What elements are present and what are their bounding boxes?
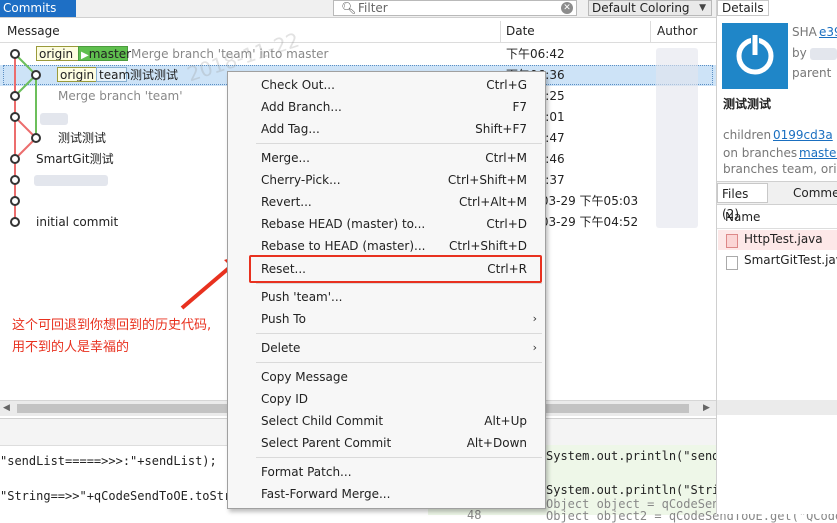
- menu-item-push-to[interactable]: Push To ›: [228, 308, 545, 330]
- menu-separator: [256, 457, 542, 458]
- branches-line: branches team, origi: [723, 162, 837, 176]
- menu-separator: [256, 283, 542, 284]
- commit-message[interactable]: Merge branch 'team': [58, 86, 183, 107]
- line-number: 48: [467, 508, 482, 522]
- menu-item-select-parent[interactable]: Select Parent Commit Alt+Down: [228, 432, 545, 454]
- menu-item-format-patch[interactable]: Format Patch...: [228, 461, 545, 483]
- column-author[interactable]: Author: [657, 21, 697, 42]
- menu-item-rebase-to-head[interactable]: Rebase to HEAD (master)... Ctrl+Shift+D: [228, 235, 545, 257]
- power-icon: [736, 33, 774, 75]
- sha-label: SHA: [792, 25, 817, 39]
- annotation-line-2: 用不到的人是幸福的: [12, 340, 130, 355]
- commit-message[interactable]: 测试测试: [58, 128, 106, 149]
- menu-item-push-team[interactable]: Push 'team'...: [228, 286, 545, 308]
- column-message[interactable]: Message: [7, 21, 60, 42]
- file-icon: [726, 256, 738, 270]
- menu-item-copy-id[interactable]: Copy ID: [228, 388, 545, 410]
- annotation-text: 这个可回退到你想回到的历史代码, 用不到的人是幸福的: [12, 315, 211, 359]
- code-line: "sendList=====>>>:"+sendList);: [0, 454, 217, 468]
- commit-node: [10, 175, 20, 185]
- chevron-right-icon: ›: [532, 312, 537, 325]
- commit-node: [10, 217, 20, 227]
- label-master-text: master: [88, 47, 132, 61]
- menu-item-add-branch[interactable]: Add Branch... F7: [228, 96, 545, 118]
- files-tabbar: Files (2) Comme: [717, 181, 837, 221]
- coloring-select[interactable]: Default Coloring ▼: [588, 0, 712, 16]
- menu-item-revert[interactable]: Revert... Ctrl+Alt+M: [228, 191, 545, 213]
- search-icon: 🔍︎: [341, 1, 357, 15]
- filter-placeholder: Filter: [358, 1, 388, 15]
- commit-node: [10, 49, 20, 59]
- filter-input[interactable]: 🔍︎ Filter ✕: [333, 0, 577, 16]
- commit-node: [10, 196, 20, 206]
- menu-item-cherry-pick[interactable]: Cherry-Pick... Ctrl+Shift+M: [228, 169, 545, 191]
- menu-item-merge[interactable]: Merge... Ctrl+M: [228, 147, 545, 169]
- column-divider[interactable]: [650, 21, 651, 42]
- commit-node: [31, 133, 41, 143]
- blurred-message: [40, 113, 68, 125]
- clear-icon[interactable]: ✕: [561, 2, 573, 14]
- commit-message[interactable]: SmartGit测试: [36, 149, 114, 170]
- divider: [717, 228, 837, 229]
- menu-item-add-tag[interactable]: Add Tag... Shift+F7: [228, 118, 545, 140]
- tab-files[interactable]: Files (2): [717, 183, 768, 221]
- branch-link[interactable]: master: [799, 146, 837, 160]
- scroll-left-icon[interactable]: ◀: [3, 401, 10, 416]
- children-link[interactable]: 0199cd3a: [773, 128, 833, 142]
- menu-item-check-out[interactable]: Check Out... Ctrl+G: [228, 74, 545, 96]
- commit-message[interactable]: 测试测试: [130, 65, 178, 86]
- menu-item-delete[interactable]: Delete ›: [228, 337, 545, 359]
- files-scrollbar[interactable]: [717, 400, 837, 415]
- scroll-right-icon[interactable]: ▶: [703, 401, 710, 416]
- by-label: by: [792, 46, 807, 60]
- file-item[interactable]: SmartGitTest.java: [744, 253, 837, 267]
- coloring-value: Default Coloring: [592, 1, 690, 15]
- blurred-author-column: [656, 48, 698, 228]
- commit-message-detail: 测试测试: [723, 97, 772, 111]
- commit-node: [10, 112, 20, 122]
- label-team[interactable]: team: [96, 67, 130, 82]
- blurred-message: [34, 175, 108, 186]
- avatar: [722, 23, 788, 89]
- commit-table-header: Message Date Author: [0, 21, 716, 43]
- menu-separator: [256, 362, 542, 363]
- menu-separator: [256, 143, 542, 144]
- column-date[interactable]: Date: [506, 21, 535, 42]
- blurred-author: [810, 48, 837, 60]
- reset-highlight-box: [249, 255, 542, 283]
- parent-label: parent: [792, 66, 832, 80]
- label-master[interactable]: ▶master: [78, 46, 132, 61]
- commit-node: [10, 91, 20, 101]
- file-item[interactable]: HttpTest.java: [744, 232, 823, 246]
- tab-commits[interactable]: Commits (9): [0, 0, 76, 32]
- branches-label: on branches: [723, 146, 798, 160]
- annotation-line-1: 这个可回退到你想回到的历史代码,: [12, 318, 212, 333]
- label-origin[interactable]: origin: [36, 46, 79, 61]
- menu-item-rebase-head-to[interactable]: Rebase HEAD (master) to... Ctrl+D: [228, 213, 545, 235]
- chevron-down-icon: ▼: [699, 3, 706, 13]
- commit-node: [31, 70, 41, 80]
- tab-details[interactable]: Details: [717, 0, 769, 16]
- play-icon: ▶: [81, 50, 89, 61]
- commit-node: [10, 154, 20, 164]
- commit-date: 下午06:42: [506, 47, 565, 61]
- commit-message[interactable]: initial commit: [36, 212, 118, 233]
- files-name-header[interactable]: Name: [725, 210, 760, 224]
- menu-item-fast-forward-merge[interactable]: Fast-Forward Merge...: [228, 483, 545, 505]
- chevron-right-icon: ›: [532, 341, 537, 354]
- tab-comments[interactable]: Comme: [789, 183, 837, 203]
- context-menu: Check Out... Ctrl+G Add Branch... F7 Add T…: [227, 71, 546, 509]
- code-line: "String==>>"+qCodeSendToOE.toStri: [0, 489, 239, 503]
- children-label: children: [723, 128, 772, 142]
- sha-link[interactable]: e39: [819, 25, 837, 39]
- menu-item-copy-message[interactable]: Copy Message: [228, 366, 545, 388]
- file-icon: [726, 234, 738, 248]
- column-divider[interactable]: [500, 21, 501, 42]
- menu-item-select-child[interactable]: Select Child Commit Alt+Up: [228, 410, 545, 432]
- label-origin[interactable]: origin: [57, 67, 97, 82]
- menu-separator: [256, 333, 542, 334]
